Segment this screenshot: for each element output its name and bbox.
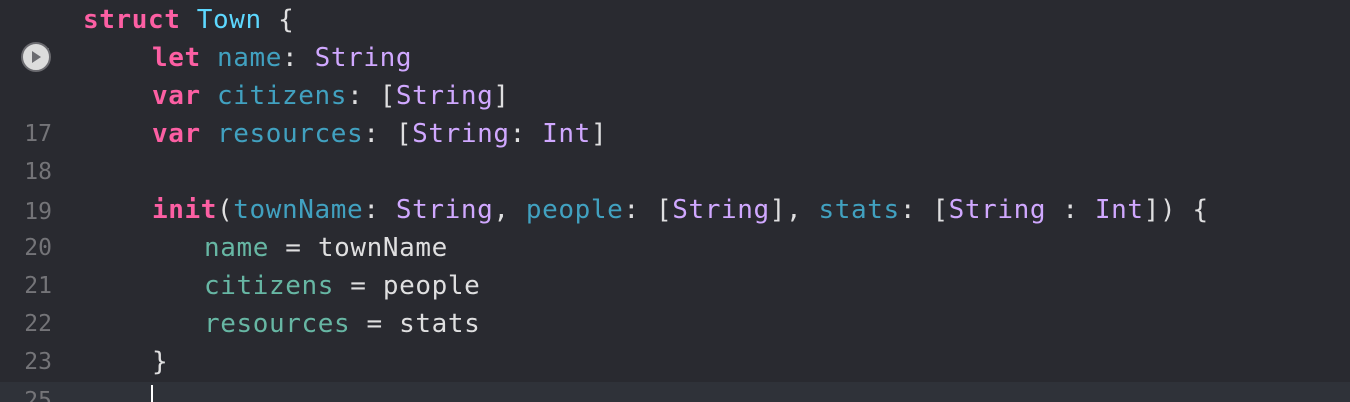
code-text[interactable]: var resources: [String: Int] [152,115,607,153]
code-line-17[interactable]: 17 var citizens: [String] [0,77,1350,147]
brace: { [278,5,295,35]
code-line-16[interactable]: let name: String [0,39,1350,77]
property-name: citizens [217,81,348,111]
colon: : [623,195,640,225]
paren: ( [217,195,234,225]
code-text[interactable]: } [152,343,168,381]
colon: : [1046,195,1095,225]
code-editor[interactable]: 15 struct Town { let name: String 17 var… [0,0,1350,402]
code-text[interactable]: init(townName: String, people: [String],… [152,191,1209,229]
keyword: let [152,43,201,73]
comma: , [493,195,510,225]
identifier: stats [399,309,481,339]
brace: { [1192,195,1209,225]
colon: : [899,195,917,225]
keyword: init [152,195,218,225]
line-number: 25 [24,388,52,402]
bracket: [ [379,81,396,111]
bracket: [ [932,195,949,225]
code-text[interactable]: let name: String [152,39,412,77]
bracket: [ [655,195,673,225]
code-text[interactable]: struct Town { [83,1,294,39]
parameter-name: townName [233,195,364,225]
instance-variable: name [204,233,270,263]
code-line-21[interactable]: 21 name = townName [0,229,1350,299]
code-line-20[interactable]: 20 init(townName: String, people: [Strin… [0,191,1350,261]
code-line-25[interactable]: 25 [0,382,1350,402]
colon: : [347,81,364,111]
bracket: ] [493,81,510,111]
bracket: ]) [1143,195,1177,225]
identifier: people [382,271,481,301]
operator: = [366,309,383,339]
code-line-23[interactable]: 23 resources = stats [0,305,1350,375]
type-name: String [395,81,494,111]
bracket: ] [590,119,608,149]
colon: : [363,119,380,149]
type-name: Int [1094,195,1144,225]
parameter-name: stats [818,195,900,225]
keyword: var [152,119,201,149]
play-circle-icon[interactable] [21,42,51,72]
code-text[interactable]: citizens = people [204,267,480,305]
code-line-19[interactable]: 19 [0,155,1350,225]
code-line-22[interactable]: 22 citizens = people [0,267,1350,337]
operator: = [285,233,302,263]
type-name: String [412,119,510,149]
code-line-18[interactable]: 18 var resources: [String: Int] [0,115,1350,185]
text-cursor [151,385,153,402]
property-name: resources [217,119,364,149]
instance-variable: citizens [204,271,335,301]
keyword: var [152,81,201,111]
code-text[interactable]: name = townName [204,229,448,267]
colon: : [509,119,526,149]
bracket: ], [769,195,803,225]
colon: : [363,195,380,225]
property-name: name [217,43,283,73]
code-line-15[interactable]: 15 struct Town { [0,1,1350,71]
code-text[interactable]: resources = stats [204,305,480,343]
type-name: String [948,195,1047,225]
type-name: Int [542,119,591,149]
type-name: String [672,195,770,225]
keyword: struct [83,5,181,35]
type-name: String [314,43,413,73]
instance-variable: resources [204,309,351,339]
brace: } [152,347,169,377]
bracket: [ [395,119,413,149]
code-line-24[interactable]: 24 } [0,343,1350,402]
identifier: townName [317,233,448,263]
code-text[interactable]: var citizens: [String] [152,77,510,115]
operator: = [350,271,367,301]
type-name: Town [196,5,262,35]
type-name: String [395,195,494,225]
colon: : [282,43,299,73]
parameter-name: people [525,195,624,225]
